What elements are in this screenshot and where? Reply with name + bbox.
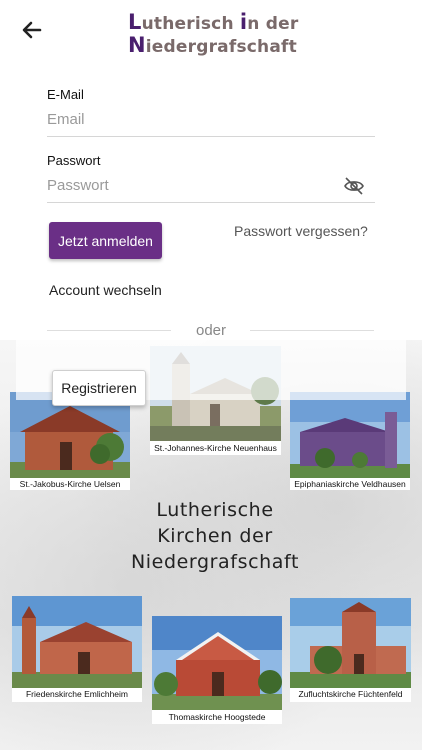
eye-off-icon[interactable] [343, 176, 365, 196]
church-tile-fuechtenfeld: Zufluchtskirche Füchtenfeld [290, 598, 411, 702]
church-caption-hoogstede: Thomaskirche Hoogstede [168, 712, 266, 722]
church-tile-veldhausen: Epiphaniaskirche Veldhausen [290, 392, 410, 490]
church-caption-uelsen: St.-Jakobus-Kirche Uelsen [19, 479, 121, 489]
church-photo-fuechtenfeld [290, 598, 411, 688]
app-logo: Lutherisch in der Niedergrafschaft [128, 10, 299, 58]
church-caption-fuechtenfeld: Zufluchtskirche Füchtenfeld [298, 689, 403, 699]
register-button[interactable]: Registrieren [52, 370, 146, 406]
separator-text: oder [196, 322, 227, 339]
church-caption-neuenhaus: St.-Johannes-Kirche Neuenhaus [154, 443, 277, 453]
church-tile-uelsen: St.-Jakobus-Kirche Uelsen [10, 392, 130, 490]
church-caption-emlichheim: Friedenskirche Emlichheim [25, 689, 129, 699]
divider-left [47, 330, 171, 331]
app-header: Lutherisch in der Niedergrafschaft [0, 0, 422, 62]
church-caption-veldhausen: Epiphaniaskirche Veldhausen [294, 479, 406, 489]
password-label: Passwort [47, 153, 101, 168]
login-button[interactable]: Jetzt anmelden [49, 222, 162, 259]
church-photo-veldhausen [290, 392, 410, 478]
forgot-password-link[interactable]: Passwort vergessen? [234, 223, 368, 239]
password-field[interactable] [47, 169, 375, 203]
church-photo-emlichheim [12, 596, 142, 688]
page-heading: Lutherische Kirchen der Niedergrafschaft [130, 499, 300, 573]
church-photo-hoogstede [152, 616, 282, 710]
arrow-left-icon[interactable] [18, 16, 46, 44]
email-field[interactable] [47, 103, 375, 137]
church-tile-hoogstede: Thomaskirche Hoogstede [152, 616, 282, 724]
church-tile-emlichheim: Friedenskirche Emlichheim [12, 596, 142, 702]
divider-right [250, 330, 374, 331]
email-label: E-Mail [47, 87, 84, 102]
switch-account-link[interactable]: Account wechseln [49, 282, 162, 298]
